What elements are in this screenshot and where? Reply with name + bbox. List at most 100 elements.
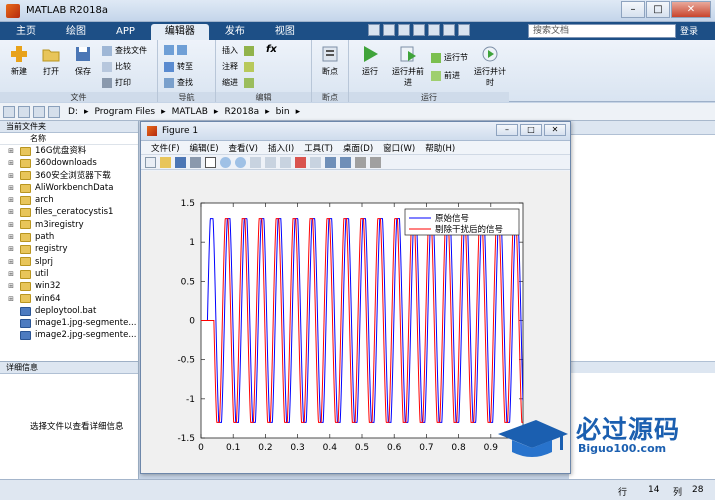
insert-button[interactable]: 插入 — [222, 45, 257, 56]
folder-item[interactable]: ⊞ win32 — [0, 280, 138, 292]
qat-undo-icon[interactable] — [428, 24, 440, 36]
search-documentation-input[interactable]: 搜索文档 — [528, 24, 676, 38]
expand-icon[interactable]: ⊞ — [6, 243, 16, 255]
new-button[interactable]: 新建 — [4, 44, 34, 77]
minimize-button[interactable]: – — [621, 1, 645, 18]
find-files-button[interactable]: 查找文件 — [102, 45, 147, 56]
expand-icon[interactable]: ⊞ — [6, 206, 16, 218]
compare-button[interactable]: 比较 — [102, 61, 131, 72]
new-icon — [11, 46, 27, 62]
find-button[interactable]: 查找 — [164, 77, 193, 88]
menu-view[interactable]: 查看(V) — [229, 142, 258, 154]
expand-icon[interactable]: ⊞ — [6, 231, 16, 243]
breakpoints-button[interactable]: 断点 — [315, 44, 345, 77]
hide-tools-icon[interactable] — [355, 156, 366, 168]
file-item[interactable]: image2.jpg-segmente... — [0, 329, 138, 341]
print-figure-icon[interactable] — [190, 156, 201, 168]
brush-icon[interactable] — [295, 156, 306, 168]
expand-icon[interactable]: ⊞ — [6, 157, 16, 169]
expand-icon[interactable]: ⊞ — [6, 293, 16, 305]
folder-item[interactable]: ⊞ m3iregistry — [0, 219, 138, 231]
tab-view[interactable]: 视图 — [261, 24, 309, 40]
pointer-icon[interactable] — [205, 156, 216, 168]
qat-copy-icon[interactable] — [398, 24, 410, 36]
qat-save-icon[interactable] — [368, 24, 380, 36]
up-folder-icon[interactable] — [33, 105, 45, 118]
tab-apps[interactable]: APP — [102, 24, 149, 40]
close-button[interactable]: ✕ — [671, 1, 711, 18]
folder-item[interactable]: ⊞ path — [0, 231, 138, 243]
folder-item[interactable]: ⊞ win64 — [0, 293, 138, 305]
expand-icon[interactable]: ⊞ — [6, 194, 16, 206]
back-icon[interactable] — [3, 105, 15, 118]
browse-folder-icon[interactable] — [48, 105, 60, 118]
figure-maximize-button[interactable]: □ — [520, 124, 542, 136]
expand-icon[interactable]: ⊞ — [6, 268, 16, 280]
colorbar-icon[interactable] — [325, 156, 336, 168]
folder-item[interactable]: ⊞ 360downloads — [0, 157, 138, 169]
forward-icon[interactable] — [18, 105, 30, 118]
open-file-icon[interactable] — [160, 156, 171, 168]
folder-item[interactable]: ⊞ registry — [0, 243, 138, 255]
legend-icon[interactable] — [340, 156, 351, 168]
expand-icon[interactable]: ⊞ — [6, 182, 16, 194]
run-and-advance-button[interactable]: 运行并前进 — [391, 44, 425, 88]
folder-item[interactable]: ⊞ files_ceratocystis1 — [0, 206, 138, 218]
pan-icon[interactable] — [250, 156, 261, 168]
comment-button[interactable]: 注释 — [222, 61, 257, 72]
data-cursor-icon[interactable] — [280, 156, 291, 168]
advance-button[interactable]: 前进 — [431, 70, 460, 81]
save-figure-icon[interactable] — [175, 156, 186, 168]
show-tools-icon[interactable] — [370, 156, 381, 168]
menu-desktop[interactable]: 桌面(D) — [343, 142, 373, 154]
expand-icon[interactable]: ⊞ — [6, 170, 16, 182]
qat-help-icon[interactable] — [458, 24, 470, 36]
qat-cut-icon[interactable] — [383, 24, 395, 36]
maximize-button[interactable]: □ — [646, 1, 670, 18]
folder-item[interactable]: ⊞ 16G优盘资料 — [0, 145, 138, 157]
menu-help[interactable]: 帮助(H) — [425, 142, 455, 154]
expand-icon[interactable]: ⊞ — [6, 280, 16, 292]
menu-edit[interactable]: 编辑(E) — [190, 142, 219, 154]
tab-plots[interactable]: 绘图 — [52, 24, 100, 40]
file-item[interactable]: image1.jpg-segmente... — [0, 317, 138, 329]
run-button[interactable]: 运行 — [355, 44, 385, 77]
folder-item[interactable]: ⊞ slprj — [0, 256, 138, 268]
zoom-out-icon[interactable] — [235, 156, 246, 168]
link-plot-icon[interactable] — [310, 156, 321, 168]
path-breadcrumb[interactable]: D: ▸ Program Files ▸ MATLAB ▸ R2018a ▸ bin ▸ — [68, 107, 306, 117]
zoom-in-icon[interactable] — [220, 156, 231, 168]
qat-paste-icon[interactable] — [413, 24, 425, 36]
file-item[interactable]: deploytool.bat — [0, 305, 138, 317]
rotate-icon[interactable] — [265, 156, 276, 168]
menu-insert[interactable]: 插入(I) — [268, 142, 294, 154]
expand-icon[interactable]: ⊞ — [6, 145, 16, 157]
new-figure-icon[interactable] — [145, 156, 156, 168]
tab-home[interactable]: 主页 — [2, 24, 50, 40]
run-and-time-button[interactable]: 运行并计时 — [473, 44, 507, 88]
indent-button[interactable]: 缩进 — [222, 77, 257, 88]
folder-item[interactable]: ⊞ 360安全浏览器下载 — [0, 170, 138, 182]
save-button[interactable]: 保存 — [68, 44, 98, 77]
menu-tools[interactable]: 工具(T) — [304, 142, 333, 154]
back-forward-button[interactable] — [164, 45, 190, 55]
run-section-button[interactable]: 运行节 — [431, 52, 468, 63]
qat-redo-icon[interactable] — [443, 24, 455, 36]
menu-window[interactable]: 窗口(W) — [383, 142, 415, 154]
menu-file[interactable]: 文件(F) — [151, 142, 180, 154]
print-button[interactable]: 打印 — [102, 77, 131, 88]
expand-icon[interactable]: ⊞ — [6, 256, 16, 268]
column-header-name[interactable]: 名称 — [0, 133, 138, 145]
login-link[interactable]: 登录 — [680, 24, 698, 37]
folder-item[interactable]: ⊞ util — [0, 268, 138, 280]
folder-item[interactable]: ⊞ arch — [0, 194, 138, 206]
goto-button[interactable]: 转至 — [164, 61, 193, 72]
folder-item[interactable]: ⊞ AliWorkbenchData — [0, 182, 138, 194]
tab-editor[interactable]: 编辑器 — [150, 24, 209, 40]
open-button[interactable]: 打开 — [36, 44, 66, 77]
figure-close-button[interactable]: ✕ — [544, 124, 566, 136]
expand-icon[interactable]: ⊞ — [6, 219, 16, 231]
insert-function-button[interactable]: fx — [266, 44, 277, 55]
figure-minimize-button[interactable]: – — [496, 124, 518, 136]
tab-publish[interactable]: 发布 — [211, 24, 259, 40]
